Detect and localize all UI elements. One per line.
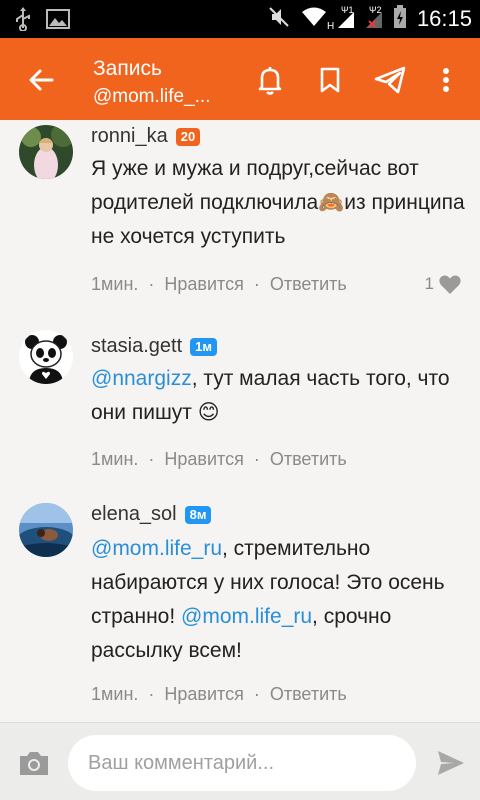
username[interactable]: elena_sol — [91, 503, 177, 526]
comment-time: 1мин. — [91, 684, 139, 704]
heart-icon — [439, 275, 461, 294]
separator-dot: · — [253, 684, 260, 704]
attach-photo-button[interactable] — [18, 749, 50, 777]
camera-icon — [20, 752, 48, 775]
clock: 16:15 — [416, 6, 472, 31]
comment-item: elena_sol 8м @mom.life_ru, стремительно … — [0, 500, 480, 722]
comment-meta: 1мин. · Нравится · Ответить — [91, 684, 347, 705]
battery-icon — [393, 4, 407, 34]
gallery-icon — [46, 8, 70, 35]
comment-time: 1мин. — [91, 449, 139, 469]
mention-link[interactable]: @mom.life_ru — [181, 605, 312, 628]
sim1-label: Ψ1 — [340, 4, 354, 15]
avatar[interactable] — [19, 503, 73, 557]
sim2-label: Ψ2 — [368, 4, 382, 15]
avatar-image — [19, 125, 73, 179]
rating-badge: 20 — [175, 127, 201, 146]
page-title: Запись — [93, 57, 162, 80]
bookmark-icon — [320, 67, 340, 93]
reply-button[interactable]: Ответить — [270, 274, 347, 295]
rating-badge: 1м — [190, 337, 218, 356]
comment-time: 1мин. — [91, 274, 139, 294]
separator-dot: · — [253, 274, 260, 294]
title-block: Запись @mom.life_... — [93, 56, 210, 110]
network-type-label: H — [326, 20, 335, 32]
comment-author: stasia.gett 1м — [91, 335, 218, 358]
comments-list[interactable]: ronni_ka 20 Я уже и мужа и подруг,сейчас… — [0, 120, 480, 722]
reply-button[interactable]: Ответить — [270, 449, 347, 470]
comment-input[interactable]: Ваш комментарий... — [68, 735, 416, 791]
separator-dot: · — [253, 449, 260, 469]
comment-text: Я уже и мужа и подруг,сейчас вот родител… — [91, 157, 465, 248]
comment-text: @mom.life_ru, стремительно набираются у … — [91, 532, 471, 668]
comment-meta: 1мин. · Нравится · Ответить — [91, 449, 347, 470]
page-subtitle: @mom.life_... — [93, 86, 211, 107]
bell-icon — [258, 67, 282, 95]
comment-text: @nnargizz, тут малая часть того, что они… — [91, 362, 471, 430]
share-button[interactable] — [372, 62, 408, 98]
more-button[interactable] — [434, 62, 458, 98]
mute-icon — [267, 5, 291, 34]
separator-dot: · — [148, 684, 155, 704]
signal-1-icon: H Ψ1 — [327, 4, 355, 32]
comment-author: ronni_ka 20 — [91, 125, 201, 148]
like-button[interactable]: Нравится — [164, 449, 243, 470]
reply-button[interactable]: Ответить — [270, 684, 347, 705]
like-count[interactable]: 1 — [425, 273, 462, 295]
notifications-button[interactable] — [252, 62, 288, 98]
username[interactable]: stasia.gett — [91, 335, 182, 358]
comment-author: elena_sol 8м — [91, 503, 212, 526]
avatar-image — [19, 330, 73, 384]
rating-badge: 8м — [184, 505, 212, 524]
comment-item: stasia.gett 1м @nnargizz, тут малая част… — [0, 325, 480, 485]
app-bar: Запись @mom.life_... — [0, 38, 480, 120]
avatar[interactable] — [19, 330, 73, 384]
send-arrow-icon — [438, 751, 464, 775]
avatar[interactable] — [19, 125, 73, 179]
back-button[interactable] — [22, 60, 62, 100]
wifi-icon — [301, 6, 327, 33]
usb-icon — [14, 7, 32, 36]
comment-composer: Ваш комментарий... — [0, 722, 480, 800]
like-button[interactable]: Нравится — [164, 274, 243, 295]
username[interactable]: ronni_ka — [91, 125, 168, 148]
more-vertical-icon — [443, 68, 449, 92]
separator-dot: · — [148, 449, 155, 469]
arrow-left-icon — [29, 69, 54, 91]
comment-meta: 1мин. · Нравится · Ответить — [91, 274, 347, 295]
mention-link[interactable]: @nnargizz — [91, 367, 192, 390]
like-button[interactable]: Нравится — [164, 684, 243, 705]
send-button[interactable] — [436, 748, 466, 778]
send-icon — [374, 66, 406, 94]
signal-2-icon: Ψ2 — [365, 4, 383, 32]
bookmark-button[interactable] — [312, 62, 348, 98]
avatar-image — [19, 503, 73, 557]
like-count-value: 1 — [424, 274, 434, 293]
status-bar: H Ψ1 Ψ2 16:15 — [0, 0, 480, 38]
separator-dot: · — [148, 274, 155, 294]
comment-item: ronni_ka 20 Я уже и мужа и подруг,сейчас… — [0, 120, 480, 310]
mention-link[interactable]: @mom.life_ru — [91, 537, 222, 560]
